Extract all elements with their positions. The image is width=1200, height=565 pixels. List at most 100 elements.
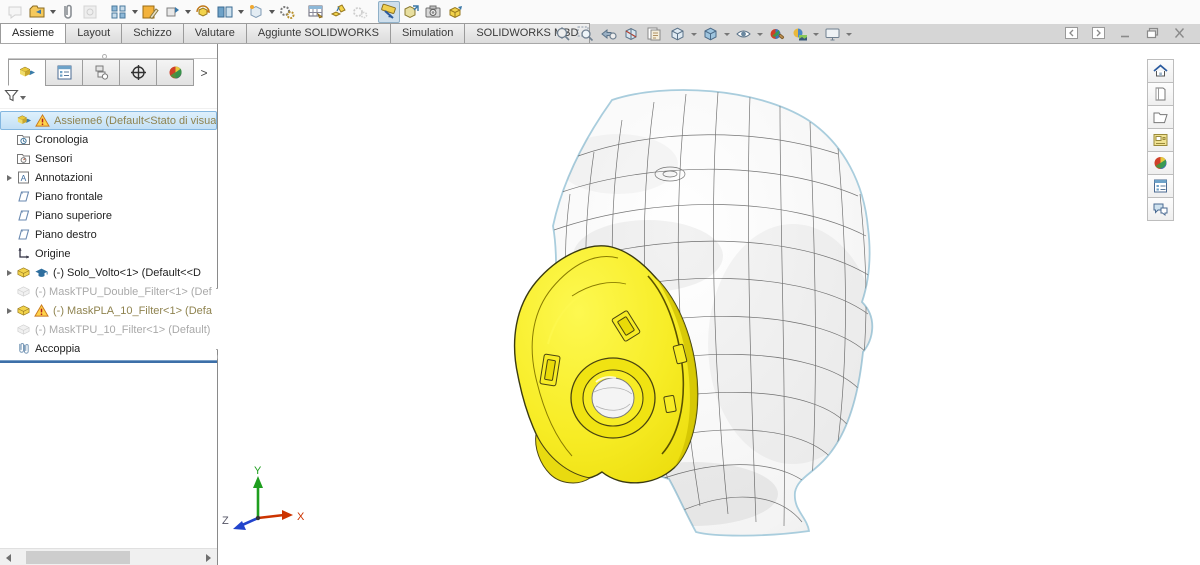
part-icon xyxy=(15,265,31,281)
panel-splitter-dot[interactable] xyxy=(102,54,107,59)
tree-row-annotazioni[interactable]: A Annotazioni xyxy=(0,168,217,187)
triad-x-label: X xyxy=(297,511,305,523)
property-manager-tab[interactable] xyxy=(45,59,83,86)
move-component-icon[interactable] xyxy=(161,1,183,23)
update-assembly-icon[interactable] xyxy=(400,1,422,23)
manager-panel-tabs: > xyxy=(8,58,217,86)
isolate-icon[interactable] xyxy=(444,1,466,23)
top-toolbar xyxy=(0,0,1200,24)
home-icon[interactable] xyxy=(1147,59,1174,83)
design-library-icon[interactable] xyxy=(1147,82,1174,106)
triad-y-label: Y xyxy=(254,465,262,477)
restore-button[interactable] xyxy=(1145,26,1159,39)
hide-show-dropdown-caret[interactable] xyxy=(267,1,276,23)
apply-scene-icon[interactable] xyxy=(789,25,810,43)
linear-pattern-dropdown-caret[interactable] xyxy=(130,1,139,23)
scrollbar-thumb[interactable] xyxy=(26,551,130,564)
tree-row-origine[interactable]: Origine xyxy=(0,244,217,263)
solidworks-forum-icon[interactable] xyxy=(1147,197,1174,221)
smart-fasteners-icon[interactable] xyxy=(139,1,161,23)
file-explorer-icon[interactable] xyxy=(1147,105,1174,129)
feature-manager-tab[interactable] xyxy=(8,59,46,86)
view-orientation-icon[interactable] xyxy=(667,25,688,43)
tab-simulation[interactable]: Simulation xyxy=(390,23,465,43)
custom-properties-icon[interactable] xyxy=(1147,174,1174,198)
view-palette-icon[interactable] xyxy=(1147,128,1174,152)
feature-tree: Assieme6 (Default<Stato di visualiz Cron… xyxy=(0,111,217,363)
tree-row-sensori[interactable]: Sensori xyxy=(0,149,217,168)
comment-icon[interactable] xyxy=(4,1,26,23)
expander-arrow[interactable] xyxy=(3,175,15,181)
component-preview-window-icon[interactable] xyxy=(79,1,101,23)
display-style-caret[interactable] xyxy=(723,25,731,43)
collapse-pane-right-icon[interactable] xyxy=(1091,26,1105,39)
edit-appearance-icon[interactable] xyxy=(766,25,787,43)
insert-components-dropdown-caret[interactable] xyxy=(48,1,57,23)
apply-scene-caret[interactable] xyxy=(812,25,820,43)
tree-row-cronologia[interactable]: Cronologia xyxy=(0,130,217,149)
hide-show-items-icon[interactable] xyxy=(733,25,754,43)
tab-schizzo[interactable]: Schizzo xyxy=(121,23,184,43)
hide-show-items-caret[interactable] xyxy=(756,25,764,43)
section-view-icon[interactable] xyxy=(621,25,642,43)
filter-dropdown-caret[interactable] xyxy=(20,96,26,100)
explode-line-sketch-icon[interactable] xyxy=(349,1,371,23)
svg-text:A: A xyxy=(20,173,26,183)
instant3d-icon[interactable] xyxy=(378,1,400,23)
expander-arrow[interactable] xyxy=(3,308,15,314)
insert-components-icon[interactable] xyxy=(26,1,48,23)
display-style-icon[interactable] xyxy=(700,25,721,43)
tab-valutare[interactable]: Valutare xyxy=(183,23,247,43)
previous-view-icon[interactable] xyxy=(598,25,619,43)
tree-horizontal-scrollbar[interactable] xyxy=(0,548,217,565)
zoom-to-fit-icon[interactable] xyxy=(552,25,573,43)
filter-funnel-icon[interactable] xyxy=(4,88,19,108)
mate-icon[interactable] xyxy=(57,1,79,23)
close-button[interactable] xyxy=(1172,26,1186,39)
tree-row-piano-superiore[interactable]: Piano superiore xyxy=(0,206,217,225)
show-hidden-dropdown-caret[interactable] xyxy=(236,1,245,23)
display-manager-tab[interactable] xyxy=(156,59,194,86)
appearances-scenes-icon[interactable] xyxy=(1147,151,1174,175)
mates-icon xyxy=(15,341,31,357)
tree-row-masktpu-double-filter[interactable]: (-) MaskTPU_Double_Filter<1> (Def xyxy=(0,282,217,301)
move-component-dropdown-caret[interactable] xyxy=(183,1,192,23)
tree-row-piano-destro[interactable]: Piano destro xyxy=(0,225,217,244)
hide-show-components-icon[interactable] xyxy=(245,1,267,23)
assembly-features-icon[interactable] xyxy=(276,1,298,23)
scroll-right-arrow[interactable] xyxy=(200,549,217,565)
graphics-viewport[interactable]: Y X Z xyxy=(218,44,1200,565)
zoom-to-area-icon[interactable] xyxy=(575,25,596,43)
3d-scene[interactable]: Y X Z xyxy=(218,44,1200,565)
expander-arrow[interactable] xyxy=(3,270,15,276)
tree-row-masktpu-10-filter[interactable]: (-) MaskTPU_10_Filter<1> (Default) xyxy=(0,320,217,339)
annotation-views-icon[interactable] xyxy=(644,25,665,43)
take-snapshot-icon[interactable] xyxy=(422,1,444,23)
tree-row-assembly-root[interactable]: Assieme6 (Default<Stato di visualiz xyxy=(0,111,217,130)
tree-row-piano-frontale[interactable]: Piano frontale xyxy=(0,187,217,206)
tree-row-maskpla-10-filter[interactable]: (-) MaskPLA_10_Filter<1> (Defa xyxy=(0,301,217,320)
part-suppressed-icon xyxy=(15,322,31,338)
tab-layout[interactable]: Layout xyxy=(65,23,122,43)
collapse-pane-left-icon[interactable] xyxy=(1064,26,1078,39)
assembly-icon xyxy=(16,113,32,129)
tree-row-accoppia[interactable]: Accoppia xyxy=(0,339,217,358)
linear-component-pattern-icon[interactable] xyxy=(108,1,130,23)
scroll-left-arrow[interactable] xyxy=(0,549,17,565)
view-settings-icon[interactable] xyxy=(822,25,843,43)
show-hidden-components-icon[interactable] xyxy=(214,1,236,23)
tab-aggiunte-solidworks[interactable]: Aggiunte SOLIDWORKS xyxy=(246,23,391,43)
panel-tabs-overflow-arrow[interactable]: > xyxy=(193,59,215,86)
tab-assieme[interactable]: Assieme xyxy=(0,23,66,43)
view-orientation-caret[interactable] xyxy=(690,25,698,43)
view-settings-caret[interactable] xyxy=(845,25,853,43)
plane-icon xyxy=(15,227,31,243)
exploded-view-icon[interactable] xyxy=(327,1,349,23)
bill-of-materials-icon[interactable] xyxy=(305,1,327,23)
configuration-manager-tab[interactable] xyxy=(82,59,120,86)
minimize-button[interactable] xyxy=(1118,26,1132,39)
dimxpert-manager-tab[interactable] xyxy=(119,59,157,86)
rollback-bar[interactable] xyxy=(0,360,217,363)
rotate-component-icon[interactable] xyxy=(192,1,214,23)
tree-row-solo-volto[interactable]: (-) Solo_Volto<1> (Default<<D xyxy=(0,263,217,282)
